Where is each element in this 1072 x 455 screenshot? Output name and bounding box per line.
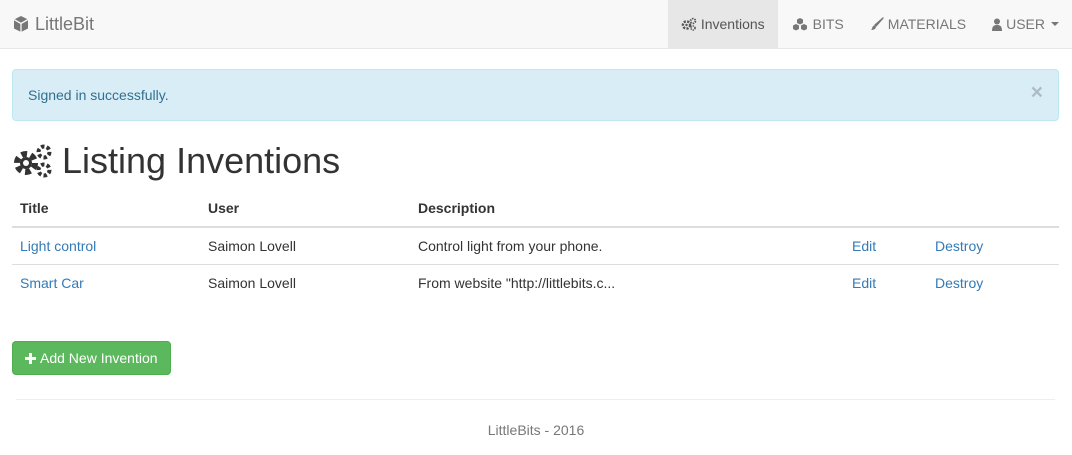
nav-item-user[interactable]: USER <box>979 0 1072 48</box>
nav-item-materials-label: MATERIALS <box>887 16 967 32</box>
destroy-link[interactable]: Destroy <box>935 238 983 254</box>
brand-link[interactable]: LittleBit <box>12 0 94 48</box>
table-header-row: Title User Description <box>12 190 1059 228</box>
add-new-invention-label: Add New Invention <box>40 350 158 366</box>
success-alert: Signed in successfully. × <box>12 69 1059 121</box>
column-header-destroy <box>927 190 1059 228</box>
destroy-cell: Destroy <box>927 227 1059 265</box>
edit-link[interactable]: Edit <box>852 238 876 254</box>
nav-item-bits-label: BITS <box>812 16 844 32</box>
cubes-icon <box>791 17 809 31</box>
alert-message: Signed in successfully. <box>28 87 169 103</box>
edit-cell: Edit <box>844 227 927 265</box>
invention-title-link[interactable]: Light control <box>20 238 96 254</box>
invention-title-link[interactable]: Smart Car <box>20 275 84 291</box>
nav-item-inventions-label: Inventions <box>700 16 765 32</box>
cogs-icon <box>681 17 697 31</box>
nav-item-inventions[interactable]: Inventions <box>667 0 778 48</box>
footer-text: LittleBits - 2016 <box>487 422 585 438</box>
title-cell: Light control <box>12 227 200 265</box>
destroy-link[interactable]: Destroy <box>935 275 983 291</box>
edit-cell: Edit <box>844 264 927 301</box>
inventions-table: Title User Description Light control Sai… <box>12 190 1059 301</box>
nav-item-materials[interactable]: MATERIALS <box>857 0 979 48</box>
cogs-icon <box>12 143 52 179</box>
brand-label: LittleBit <box>35 13 95 34</box>
table-row: Smart Car Saimon Lovell From website "ht… <box>12 264 1059 301</box>
main-nav: Inventions BITS MATERIALS USER <box>667 0 1072 48</box>
page-title-text: Listing Inventions <box>62 140 341 181</box>
column-header-edit <box>844 190 927 228</box>
user-cell: Saimon Lovell <box>208 274 296 291</box>
description-cell: Control light from your phone. <box>410 227 844 265</box>
close-icon[interactable]: × <box>1031 82 1043 103</box>
column-header-user: User <box>200 190 410 228</box>
nav-item-bits[interactable]: BITS <box>778 0 857 48</box>
column-header-title: Title <box>12 190 200 228</box>
user-cell: Saimon Lovell <box>200 227 410 265</box>
edit-link[interactable]: Edit <box>852 275 876 291</box>
nav-item-user-label: USER <box>1006 16 1045 32</box>
paintbrush-icon <box>870 17 884 31</box>
description-cell: From website "http://littlebits.c... <box>418 274 616 291</box>
plus-icon <box>25 352 36 364</box>
title-cell: Smart Car <box>12 264 200 301</box>
chevron-down-icon <box>1051 22 1059 26</box>
cube-icon <box>12 15 30 33</box>
footer-divider <box>16 399 1055 400</box>
page-title: Listing Inventions <box>12 139 340 183</box>
add-new-invention-button[interactable]: Add New Invention <box>12 341 171 375</box>
column-header-description: Description <box>410 190 844 228</box>
table-row: Light control Saimon Lovell Control ligh… <box>12 227 1059 265</box>
navbar: LittleBit Inventions BITS MATERIALS USER <box>0 0 1072 49</box>
destroy-cell: Destroy <box>927 264 1059 301</box>
user-icon <box>992 18 1003 31</box>
